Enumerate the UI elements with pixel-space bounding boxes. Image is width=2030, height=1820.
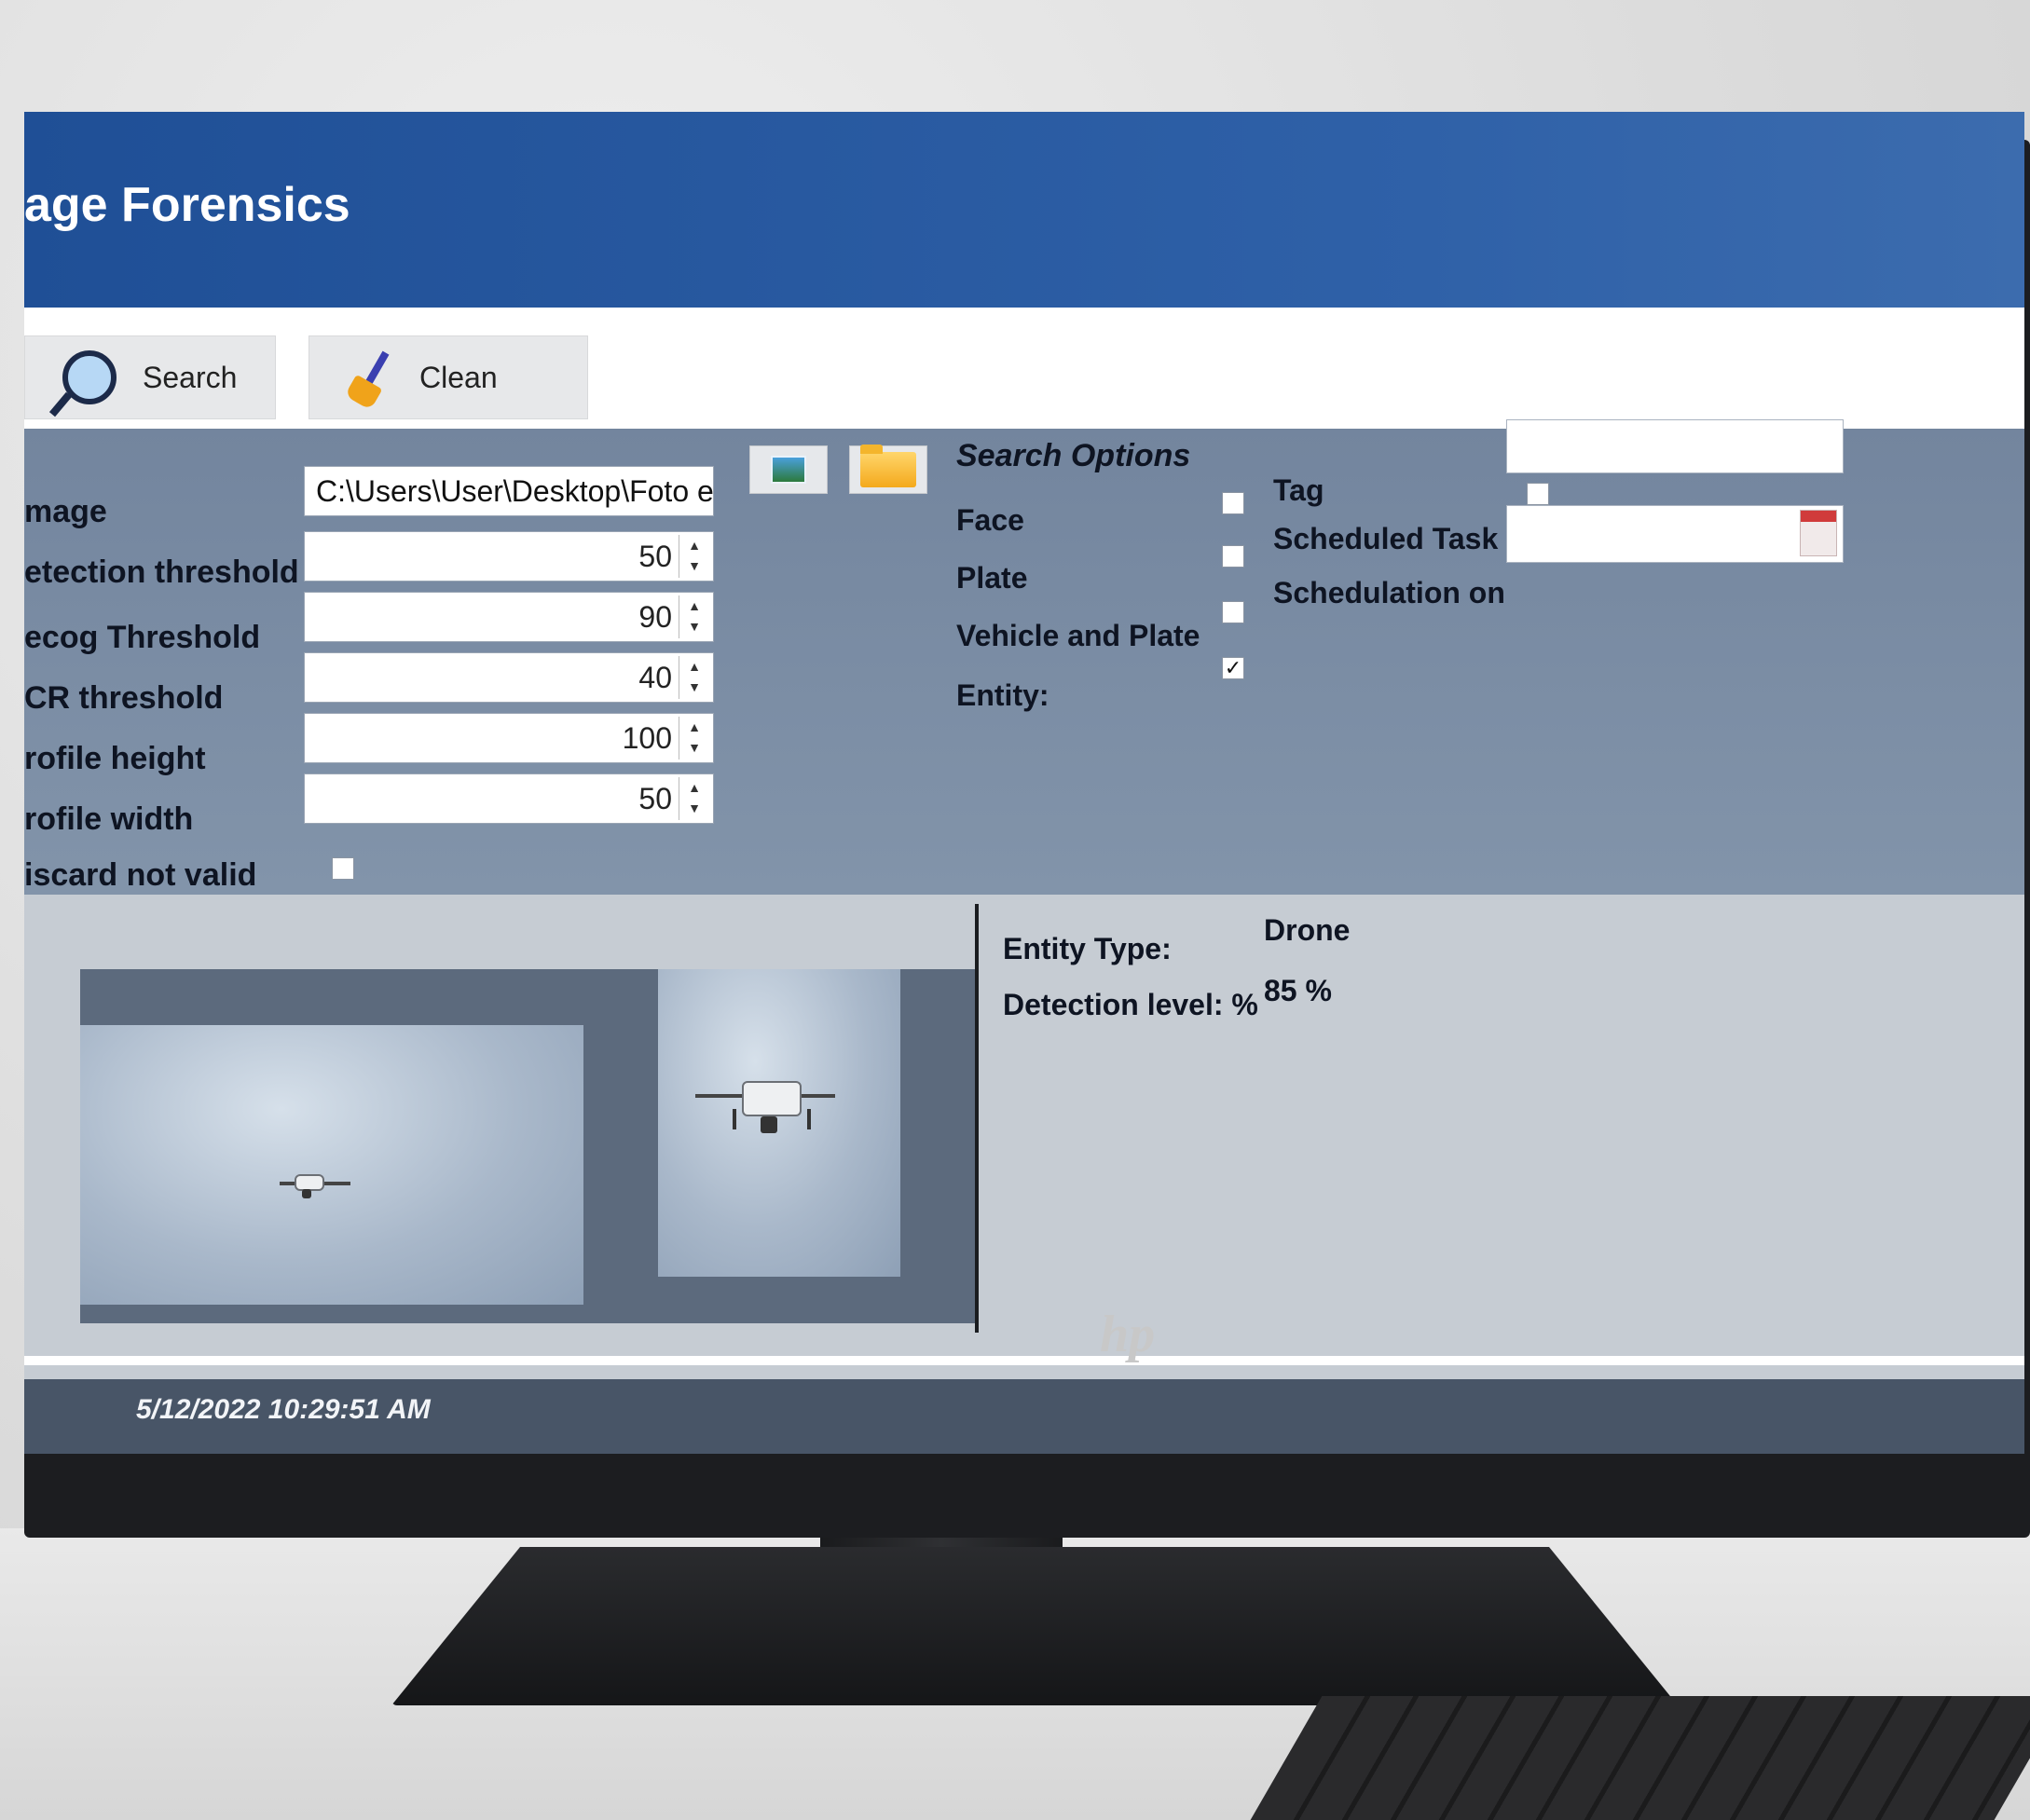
folder-icon [860, 445, 916, 487]
app-window: age Forensics Search Clean mage C:\Users… [24, 112, 2024, 1454]
recog-threshold-label: ecog Threshold [24, 620, 261, 655]
spin-buttons[interactable]: ▲ ▼ [679, 535, 709, 578]
down-arrow-icon[interactable]: ▼ [679, 555, 709, 576]
toolbar: Search Clean [24, 308, 2024, 429]
entity-label: Entity: [956, 678, 1049, 712]
vehicle-and-plate-label: Vehicle and Plate [956, 619, 1200, 652]
up-arrow-icon[interactable]: ▲ [679, 777, 709, 798]
up-arrow-icon[interactable]: ▲ [679, 535, 709, 555]
face-checkbox[interactable] [1222, 492, 1244, 514]
broom-icon [344, 350, 393, 411]
spin-buttons[interactable]: ▲ ▼ [679, 777, 709, 820]
tag-label: Tag [1273, 473, 1324, 507]
vertical-divider [975, 904, 979, 1333]
browse-folder-button[interactable] [849, 445, 927, 494]
status-bar: 5/12/2022 10:29:51 AM [24, 1379, 2024, 1454]
schedulation-on-label: Schedulation on [1273, 576, 1505, 609]
detected-crop-image [658, 969, 900, 1277]
up-arrow-icon[interactable]: ▲ [679, 595, 709, 616]
image-icon [771, 456, 806, 484]
detection-threshold-label: etection threshold [24, 554, 299, 590]
profile-width-stepper[interactable]: 50 ▲ ▼ [304, 773, 714, 824]
browse-image-button[interactable] [749, 445, 828, 494]
profile-width-label: rofile width [24, 801, 194, 837]
down-arrow-icon[interactable]: ▼ [679, 798, 709, 818]
clean-button[interactable]: Clean [309, 335, 588, 419]
results-area: Entity Type: Drone Detection level: % 85… [24, 895, 2024, 1454]
up-arrow-icon[interactable]: ▲ [679, 656, 709, 677]
detection-threshold-value: 50 [638, 540, 672, 573]
scheduled-task-label: Scheduled Task [1273, 522, 1499, 555]
search-button[interactable]: Search [24, 335, 276, 419]
app-title: age Forensics [24, 178, 350, 232]
plate-checkbox[interactable] [1222, 545, 1244, 568]
title-bar: age Forensics [24, 112, 2024, 308]
down-arrow-icon[interactable]: ▼ [679, 616, 709, 636]
image-label: mage [24, 494, 107, 529]
ocr-threshold-stepper[interactable]: 40 ▲ ▼ [304, 652, 714, 703]
ocr-threshold-value: 40 [638, 661, 672, 694]
discard-not-valid-checkbox[interactable] [332, 857, 354, 880]
face-label: Face [956, 503, 1024, 537]
magnifier-icon [62, 350, 117, 404]
profile-width-value: 50 [638, 782, 672, 815]
keyboard [1250, 1696, 2030, 1820]
ocr-threshold-label: CR threshold [24, 680, 224, 716]
search-button-label: Search [143, 360, 238, 394]
spin-buttons[interactable]: ▲ ▼ [679, 717, 709, 759]
screen-edge [24, 1356, 2024, 1365]
entity-checkbox[interactable]: ✓ [1222, 657, 1244, 679]
profile-height-label: rofile height [24, 741, 206, 776]
calendar-icon[interactable] [1800, 510, 1837, 556]
detection-threshold-stepper[interactable]: 50 ▲ ▼ [304, 531, 714, 582]
profile-height-value: 100 [622, 721, 672, 755]
recog-threshold-stepper[interactable]: 90 ▲ ▼ [304, 592, 714, 642]
profile-height-stepper[interactable]: 100 ▲ ▼ [304, 713, 714, 763]
plate-label: Plate [956, 561, 1028, 595]
detection-level-value: 85 % [1264, 974, 1332, 1007]
schedulation-date-input[interactable] [1506, 505, 1844, 563]
clean-button-label: Clean [419, 360, 498, 394]
recog-threshold-value: 90 [638, 600, 672, 634]
vehicle-and-plate-checkbox[interactable] [1222, 601, 1244, 623]
monitor-base [391, 1547, 1678, 1705]
parameters-panel: mage C:\Users\User\Desktop\Foto e etecti… [24, 419, 2024, 895]
down-arrow-icon[interactable]: ▼ [679, 677, 709, 697]
hp-logo: hp [1100, 1306, 1156, 1363]
search-options-title: Search Options [956, 438, 1191, 473]
down-arrow-icon[interactable]: ▼ [679, 737, 709, 758]
entity-type-label: Entity Type: [1003, 932, 1172, 965]
tag-input[interactable] [1506, 419, 1844, 473]
up-arrow-icon[interactable]: ▲ [679, 717, 709, 737]
spin-buttons[interactable]: ▲ ▼ [679, 656, 709, 699]
detection-level-label: Detection level: % [1003, 988, 1258, 1021]
image-preview-area [80, 969, 975, 1323]
status-timestamp: 5/12/2022 10:29:51 AM [136, 1394, 431, 1425]
discard-not-valid-label: iscard not valid [24, 857, 257, 893]
image-path-input[interactable]: C:\Users\User\Desktop\Foto e [304, 466, 714, 516]
spin-buttons[interactable]: ▲ ▼ [679, 595, 709, 638]
source-image [80, 1025, 583, 1305]
scheduled-task-checkbox[interactable] [1527, 483, 1549, 505]
entity-type-value: Drone [1264, 913, 1351, 947]
